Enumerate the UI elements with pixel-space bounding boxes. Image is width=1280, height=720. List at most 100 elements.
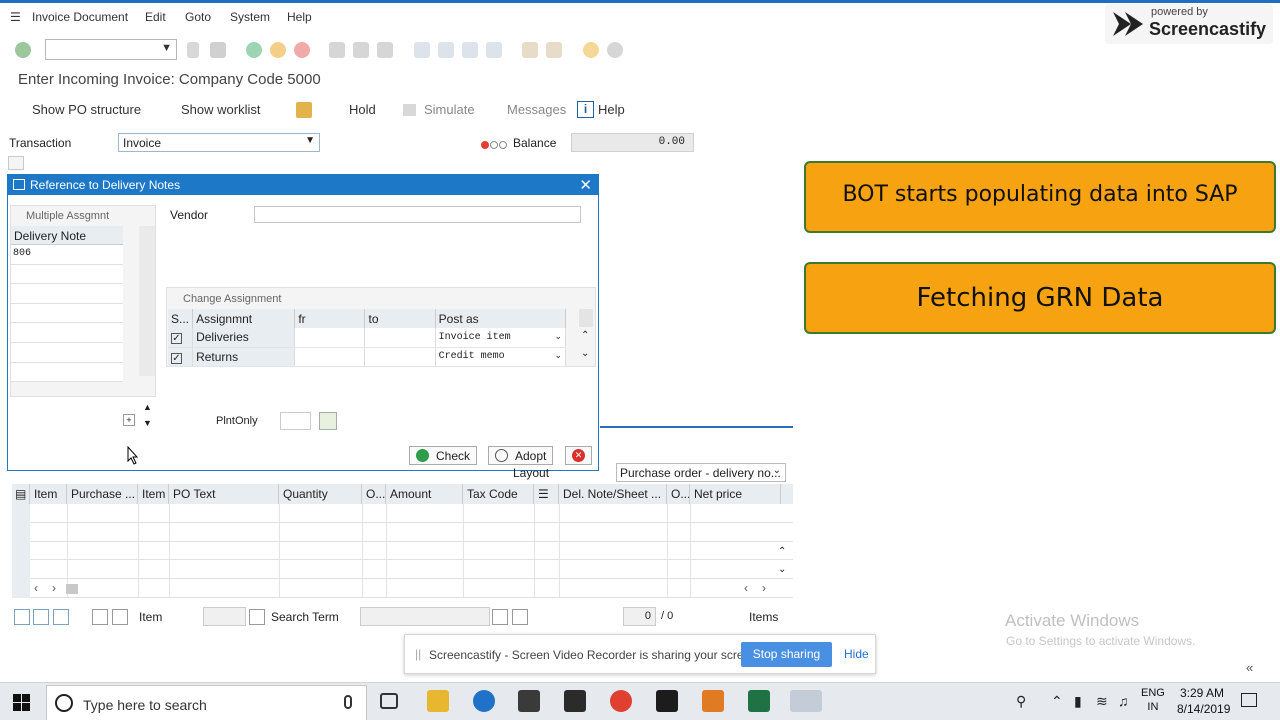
table-settings-icon[interactable]: ▤ xyxy=(12,484,30,504)
column-header[interactable]: PO Text xyxy=(169,484,279,504)
language-indicator[interactable]: ENG IN xyxy=(1141,686,1165,714)
scroll-up-icon[interactable]: ⌃ xyxy=(581,330,589,341)
task-view-icon[interactable] xyxy=(380,693,398,709)
chevron-up-icon[interactable]: ⌃ xyxy=(1051,693,1063,710)
refresh-icon[interactable] xyxy=(53,609,69,625)
column-header[interactable]: Tax Code xyxy=(463,484,534,504)
delivery-note-cell[interactable] xyxy=(11,284,123,304)
select-all-icon[interactable] xyxy=(14,609,30,625)
sublime-icon[interactable] xyxy=(702,690,724,712)
print-icon[interactable] xyxy=(329,42,345,58)
column-header[interactable]: S... xyxy=(168,309,194,328)
previous-page-icon[interactable] xyxy=(438,42,454,58)
exit-icon[interactable] xyxy=(270,42,286,58)
people-icon[interactable]: ⚲ xyxy=(1016,693,1026,710)
menu-goto[interactable]: Goto xyxy=(185,10,211,24)
check-button[interactable]: Check xyxy=(409,446,478,465)
post-as-select[interactable]: Credit memo ⌄ xyxy=(435,347,567,367)
scroll-left-icon[interactable]: ‹ xyxy=(34,581,38,595)
show-po-structure-button[interactable]: Show PO structure xyxy=(32,102,141,117)
scroll-up-icon[interactable]: ⌃ xyxy=(778,546,786,557)
table-row[interactable] xyxy=(12,504,793,523)
battery-icon[interactable]: ▮ xyxy=(1074,693,1082,710)
mail-icon[interactable] xyxy=(564,690,586,712)
settings-gear-icon[interactable] xyxy=(607,42,623,58)
column-header[interactable]: Purchase ... xyxy=(67,484,138,504)
close-icon[interactable]: ✕ xyxy=(579,176,592,194)
adopt-button[interactable]: Adopt xyxy=(488,446,554,465)
table-row[interactable] xyxy=(12,523,793,542)
scroll-down-icon[interactable]: ⌄ xyxy=(778,564,786,575)
find-next-icon[interactable] xyxy=(377,42,393,58)
collapse-icon[interactable]: « xyxy=(1246,660,1253,675)
command-field[interactable]: ▼ xyxy=(45,39,177,60)
search-term-icon[interactable] xyxy=(249,609,265,625)
last-page-icon[interactable] xyxy=(486,42,502,58)
messages-button[interactable]: Messages xyxy=(507,102,566,117)
checkbox-cell[interactable]: ✓ xyxy=(168,328,194,348)
scroll-right-icon[interactable]: › xyxy=(762,581,766,595)
back-arrows-icon[interactable] xyxy=(187,42,199,58)
info-icon[interactable]: i xyxy=(577,101,594,118)
column-header[interactable]: Quantity xyxy=(279,484,362,504)
column-header[interactable]: Assignmnt xyxy=(192,309,296,328)
hold-button[interactable]: Hold xyxy=(349,102,376,117)
column-header[interactable]: to xyxy=(364,309,436,328)
delivery-note-cell[interactable] xyxy=(11,303,123,324)
help-button[interactable]: Help xyxy=(598,102,625,117)
horizontal-scrollbar[interactable] xyxy=(66,584,78,594)
file-explorer-icon[interactable] xyxy=(427,690,449,712)
table-row[interactable] xyxy=(12,542,793,561)
search-term-input[interactable] xyxy=(360,607,490,626)
column-header[interactable]: Post as xyxy=(435,309,567,328)
scroll-down-icon[interactable]: ▼ xyxy=(143,418,152,428)
layout-select[interactable]: Purchase order - delivery no... ⌄ xyxy=(616,463,786,482)
to-cell[interactable] xyxy=(364,347,436,367)
cancel-icon[interactable] xyxy=(294,42,310,58)
document-icon[interactable] xyxy=(296,102,312,118)
chevron-down-icon[interactable]: ▼ xyxy=(161,42,172,54)
terminal-icon[interactable] xyxy=(656,690,678,712)
align-icon[interactable] xyxy=(92,609,108,625)
column-header[interactable]: Del. Note/Sheet ... xyxy=(559,484,667,504)
from-cell[interactable] xyxy=(294,347,366,367)
vendor-input[interactable] xyxy=(254,206,581,223)
cancel-button[interactable]: ✕ xyxy=(565,446,592,465)
menu-invoice-document[interactable]: Invoice Document xyxy=(32,10,128,24)
column-header[interactable]: Item xyxy=(30,484,67,504)
wifi-icon[interactable]: ≋ xyxy=(1096,693,1108,710)
menu-help[interactable]: Help xyxy=(287,10,312,24)
delivery-note-cell[interactable] xyxy=(11,264,123,285)
column-header[interactable]: O... xyxy=(362,484,386,504)
show-worklist-button[interactable]: Show worklist xyxy=(181,102,260,117)
to-cell[interactable] xyxy=(364,328,436,348)
scroll-right-icon[interactable]: › xyxy=(52,581,56,595)
column-header[interactable]: Net price xyxy=(690,484,781,504)
hide-button[interactable]: Hide xyxy=(844,647,869,661)
checkbox-cell[interactable]: ✓ xyxy=(168,347,194,367)
sap-logon-icon[interactable] xyxy=(790,690,822,712)
scroll-left-icon[interactable]: ‹ xyxy=(744,581,748,595)
post-as-select[interactable]: Invoice item ⌄ xyxy=(435,328,567,348)
volume-icon[interactable]: ♫ xyxy=(1118,693,1129,709)
menu-edit[interactable]: Edit xyxy=(145,10,166,24)
table-settings-icon[interactable] xyxy=(579,309,593,327)
back-icon[interactable] xyxy=(246,42,262,58)
menu-system[interactable]: System xyxy=(230,10,270,24)
delivery-note-cell[interactable] xyxy=(11,362,123,383)
from-cell[interactable] xyxy=(294,328,366,348)
checkbox-checked-icon[interactable]: ✓ xyxy=(171,352,182,364)
sap-menu-icon[interactable]: ☰ xyxy=(10,10,21,24)
plnt-only-input[interactable] xyxy=(280,412,311,430)
chrome-icon[interactable] xyxy=(610,690,632,712)
shortcut-icon[interactable] xyxy=(546,42,562,58)
find-next-icon[interactable] xyxy=(512,609,528,625)
scroll-down-icon[interactable]: ⌄ xyxy=(581,348,589,359)
binoculars-icon[interactable] xyxy=(492,609,508,625)
column-header[interactable]: fr xyxy=(294,309,366,328)
column-header[interactable]: O... xyxy=(667,484,690,504)
table-row[interactable] xyxy=(12,560,793,580)
store-icon[interactable] xyxy=(518,690,540,712)
find-icon[interactable] xyxy=(353,42,369,58)
sort-icon[interactable]: ☰ xyxy=(534,484,559,504)
